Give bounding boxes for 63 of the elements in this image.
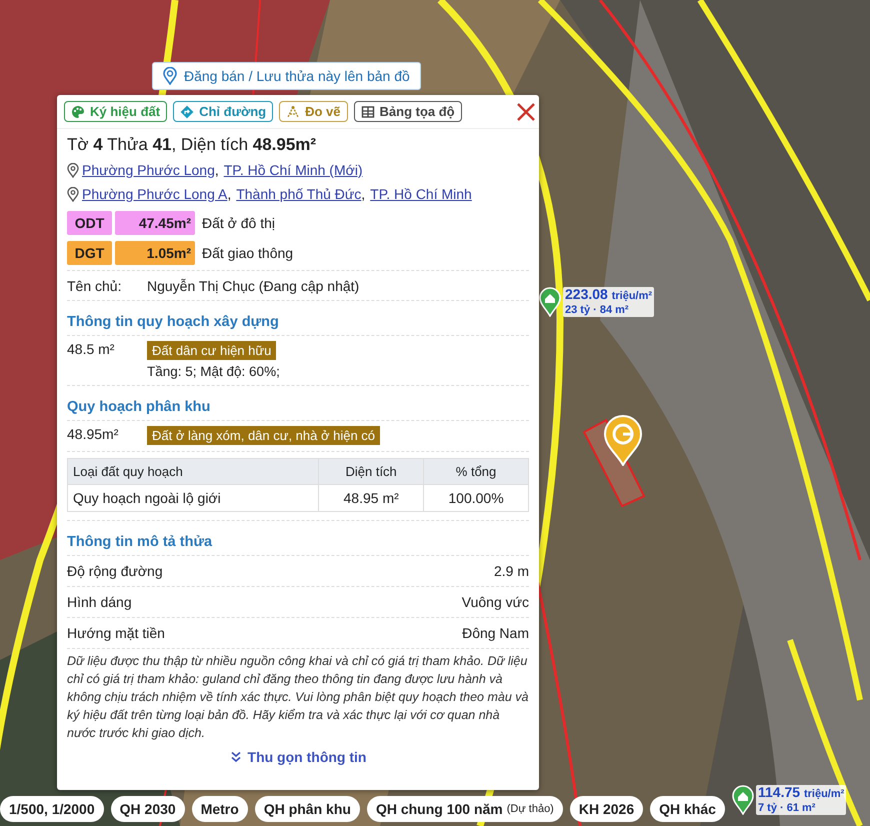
table-cell: 100.00% — [424, 484, 528, 512]
column-header: Diện tích — [318, 458, 424, 484]
zoning-tag: Đất dân cư hiện hữu — [147, 341, 276, 360]
land-code-tag: DGT — [67, 241, 112, 265]
section-heading: Thông tin quy hoạch xây dựng — [67, 301, 529, 336]
section-heading: Quy hoạch phân khu — [67, 386, 529, 421]
table-cell: Quy hoạch ngoài lộ giới — [68, 484, 319, 512]
address-link[interactable]: Phường Phước Long, — [82, 158, 219, 182]
property-value: Đông Nam — [462, 625, 529, 641]
property-label: Độ rộng đường — [67, 563, 163, 579]
area-value: 48.5 m² — [67, 341, 116, 359]
toolbar-button[interactable]: Ký hiệu đất — [64, 101, 168, 122]
toolbar-button[interactable]: Chỉ đường — [173, 101, 274, 122]
disclaimer-text: Dữ liệu được thu thập từ nhiều nguồn công khai và chỉ có giá trị tham khảo. Dữ liệu chỉ có giá trị tham khảo: guland chỉ đăng theo thông tin đang được lưu hành và không chịu trách nhiệm về tính xác thực. Vui lòng phân biệt quy hoạch theo màu và ký hiệu đất trên từng loại bản đồ. Hãy kiểm tra và xác thực lại với cơ quan nhà nước trước khi giao dịch. — [67, 653, 529, 742]
layer-chip[interactable]: KH 2026 — [570, 796, 644, 822]
price-label: 223.08 triệu/m² — [565, 287, 652, 303]
layer-chip[interactable]: QH khác — [650, 796, 725, 822]
address-link[interactable]: Phường Phước Long A, — [82, 182, 232, 206]
land-area-tag: 1.05m² — [115, 241, 195, 265]
section-heading: Thông tin mô tả thửa — [67, 521, 529, 556]
owner-label: Tên chủ: — [67, 278, 122, 294]
price-summary: 7 tỷ · 61 m² — [758, 801, 816, 815]
price-summary: 23 tỷ · 84 m² — [565, 303, 630, 317]
price-label: 114.75 triệu/m² — [758, 785, 844, 801]
layer-chip[interactable]: Metro — [192, 796, 248, 822]
owner-name: Nguyễn Thị Chục (Đang cập nhật) — [147, 278, 360, 294]
address-link[interactable]: TP. Hồ Chí Minh — [370, 182, 472, 206]
layer-chip[interactable]: QH 2030 — [110, 796, 185, 822]
measure-icon — [286, 104, 300, 118]
layer-chip[interactable]: QH chung 100 năm (Dự thảo) — [366, 796, 563, 822]
layer-chip[interactable]: 1/500, 1/2000 — [0, 796, 104, 822]
planning-note: Tầng: 5; Mật độ: 60%; — [147, 364, 280, 379]
address-link[interactable]: TP. Hồ Chí Minh (Mới) — [224, 158, 363, 182]
location-pin-icon — [67, 186, 79, 202]
land-use-name: Đất giao thông — [202, 245, 294, 261]
property-label: Hướng mặt tiền — [67, 625, 165, 641]
land-use-name: Đất ở đô thị — [202, 215, 275, 231]
map-pin-icon — [603, 414, 643, 466]
close-icon — [516, 102, 536, 122]
column-header: Loại đất quy hoạch — [68, 458, 319, 484]
table-cell: 48.95 m² — [318, 484, 424, 512]
layer-chip[interactable]: QH phân khu — [254, 796, 360, 822]
zoning-tag: Đất ở làng xóm, dân cư, nhà ở hiện có — [147, 426, 380, 445]
close-button[interactable] — [516, 102, 536, 122]
column-header: % tổng — [424, 458, 528, 484]
property-value: Vuông vức — [462, 594, 529, 610]
location-pin-icon — [163, 67, 177, 85]
collapse-button[interactable]: Thu gọn thông tin — [224, 748, 372, 766]
parcel-title: Tờ 4 Thửa 41, Diện tích 48.95m² — [67, 135, 318, 155]
location-pin-icon — [67, 162, 79, 178]
toolbar-button[interactable]: Đo vẽ — [279, 101, 348, 122]
palette-icon — [71, 104, 85, 118]
double-chevron-icon — [230, 751, 242, 763]
land-area-tag: 47.45m² — [115, 211, 195, 235]
post-parcel-button[interactable]: Đăng bán / Lưu thửa này lên bản đồ — [152, 62, 421, 90]
area-value: 48.95m² — [67, 426, 120, 444]
property-label: Hình dáng — [67, 594, 132, 610]
address-link[interactable]: Thành phố Thủ Đức, — [236, 182, 366, 206]
land-code-tag: ODT — [67, 211, 112, 235]
toolbar-button[interactable]: Bảng tọa độ — [354, 101, 462, 122]
table-icon — [360, 104, 375, 118]
property-value: 2.9 m — [494, 563, 529, 579]
house-pin-icon — [732, 785, 754, 815]
